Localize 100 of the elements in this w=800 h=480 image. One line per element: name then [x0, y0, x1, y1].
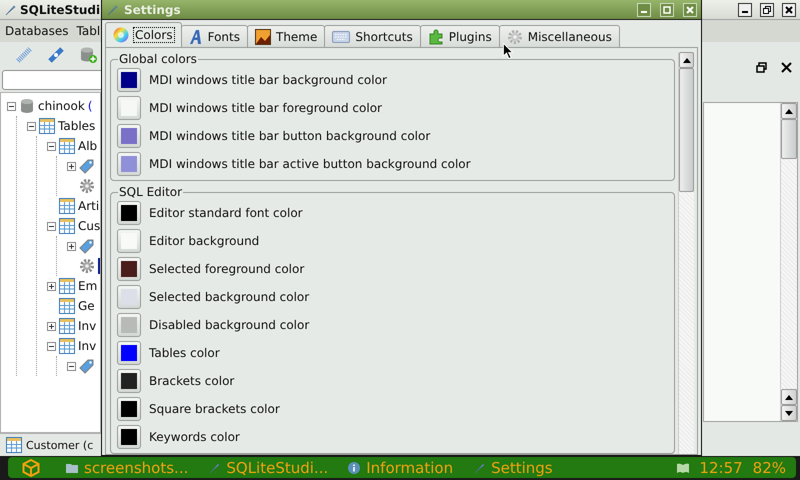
scrollbar[interactable]	[678, 52, 694, 454]
table-icon	[59, 318, 75, 334]
settings-tab[interactable]: Theme	[246, 25, 326, 47]
cube-icon[interactable]	[22, 458, 40, 476]
color-button[interactable]	[117, 229, 141, 253]
minimize-button[interactable]	[738, 2, 752, 16]
collapse-icon[interactable]	[67, 362, 76, 370]
group-title: SQL Editor	[118, 185, 184, 199]
feather-icon	[208, 462, 220, 474]
plug-icon[interactable]	[48, 47, 64, 63]
setting-label: MDI windows title bar foreground color	[149, 101, 382, 115]
tag-icon	[79, 158, 95, 174]
color-button[interactable]	[117, 96, 141, 120]
setting-label: Editor background	[149, 234, 260, 248]
tree-item[interactable]: Alb	[47, 136, 100, 156]
table-icon	[39, 118, 55, 134]
color-button[interactable]	[117, 397, 141, 421]
scrollbar[interactable]	[780, 103, 797, 421]
settings-tab[interactable]: Colors	[105, 22, 182, 47]
color-button[interactable]	[117, 201, 141, 225]
gear-icon	[79, 258, 95, 274]
letter-icon	[188, 28, 203, 44]
feather-icon	[473, 462, 486, 474]
color-button[interactable]	[117, 152, 141, 176]
scrollbar-thumb[interactable]	[679, 68, 694, 192]
table-icon	[59, 338, 75, 354]
gear-icon	[506, 28, 523, 44]
collapse-icon[interactable]	[27, 122, 36, 130]
tag-icon	[79, 238, 95, 254]
color-wheel-icon	[113, 27, 129, 43]
table-icon	[59, 218, 75, 234]
scroll-up-button[interactable]	[781, 389, 797, 405]
up-arrow-icon	[785, 108, 793, 114]
expand-icon[interactable]	[67, 242, 76, 250]
color-button[interactable]	[117, 369, 141, 393]
scroll-up-button[interactable]	[781, 103, 797, 119]
tree-item[interactable]: Cus	[47, 216, 100, 236]
scroll-up-button[interactable]	[679, 52, 694, 68]
maximize-button[interactable]	[660, 2, 674, 16]
tree-item[interactable]: Arti	[47, 196, 100, 216]
color-button[interactable]	[117, 341, 141, 365]
filter-field[interactable]	[2, 70, 101, 90]
folder-icon	[66, 462, 78, 472]
collapse-icon[interactable]	[47, 142, 56, 150]
close-icon[interactable]	[781, 62, 792, 72]
color-button[interactable]	[117, 285, 141, 309]
collapse-icon[interactable]	[47, 342, 56, 350]
add-database-icon[interactable]	[80, 46, 98, 64]
settings-tab[interactable]: Shortcuts	[324, 25, 421, 47]
database-type: (	[88, 99, 92, 113]
tree-label: chinook	[38, 99, 85, 113]
collapse-icon[interactable]	[47, 222, 56, 230]
scrollbar-thumb[interactable]	[781, 119, 797, 159]
setting-label: MDI windows title bar button background color	[149, 129, 430, 143]
settings-tab[interactable]: Plugins	[420, 25, 500, 47]
up-arrow-icon	[682, 58, 690, 62]
window-tab[interactable]: Customer (c	[0, 433, 101, 456]
tree-item[interactable]: Inv	[47, 316, 100, 336]
keyboard-icon	[332, 30, 350, 42]
color-button[interactable]	[117, 313, 141, 337]
group-title: Global colors	[118, 52, 198, 66]
up-arrow-icon	[785, 394, 793, 400]
image-icon	[254, 28, 271, 44]
color-button[interactable]	[117, 68, 141, 92]
scroll-down-button[interactable]	[781, 405, 797, 421]
window-title: SQLiteStudi	[20, 2, 100, 16]
tree-item[interactable]: Ge	[47, 296, 100, 316]
color-button[interactable]	[117, 124, 141, 148]
setting-label: Selected background color	[149, 290, 310, 304]
menu-item[interactable]: Tabl	[76, 24, 100, 38]
table-icon	[6, 437, 22, 453]
tree-item[interactable]: Tables	[27, 116, 100, 136]
expand-icon[interactable]	[67, 162, 76, 170]
tree-item[interactable]: Em	[47, 276, 100, 296]
settings-tab[interactable]: Fonts	[180, 25, 248, 47]
minimize-icon	[742, 11, 748, 13]
info-icon	[348, 462, 360, 474]
tree-label: Em	[78, 279, 98, 293]
collapse-icon[interactable]	[7, 102, 16, 110]
settings-tab[interactable]: Miscellaneous	[498, 25, 620, 47]
restore-icon[interactable]	[756, 62, 767, 72]
table-icon	[59, 138, 75, 154]
tree-label: Alb	[78, 139, 98, 153]
close-button[interactable]	[782, 2, 796, 16]
color-button[interactable]	[117, 257, 141, 281]
expand-icon[interactable]	[47, 282, 56, 290]
tree-item[interactable]: chinook (	[7, 96, 100, 116]
tree-item[interactable]: Inv	[47, 336, 100, 356]
puzzle-icon	[428, 28, 444, 44]
book-icon	[677, 462, 690, 472]
menu-item[interactable]: Databases	[5, 24, 69, 38]
mouse-pointer-icon	[503, 43, 513, 59]
restore-button[interactable]	[760, 2, 774, 16]
color-button[interactable]	[117, 425, 141, 449]
tag-icon	[79, 358, 95, 374]
setting-label: Editor standard font color	[149, 206, 303, 220]
app-icon	[106, 4, 118, 16]
expand-icon[interactable]	[47, 322, 56, 330]
setting-label: Keywords color	[149, 430, 240, 444]
battery-level: 82%	[752, 458, 786, 476]
